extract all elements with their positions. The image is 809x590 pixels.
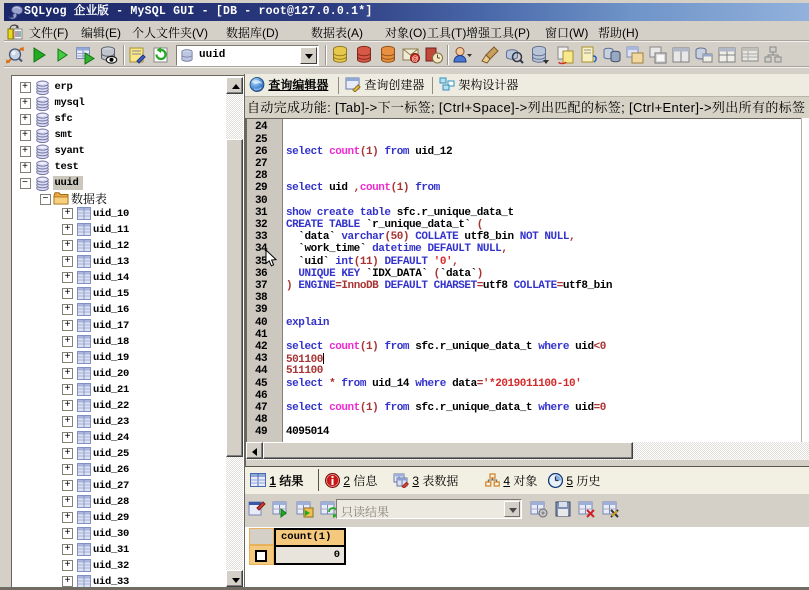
svg-text:@: @ — [411, 56, 418, 63]
